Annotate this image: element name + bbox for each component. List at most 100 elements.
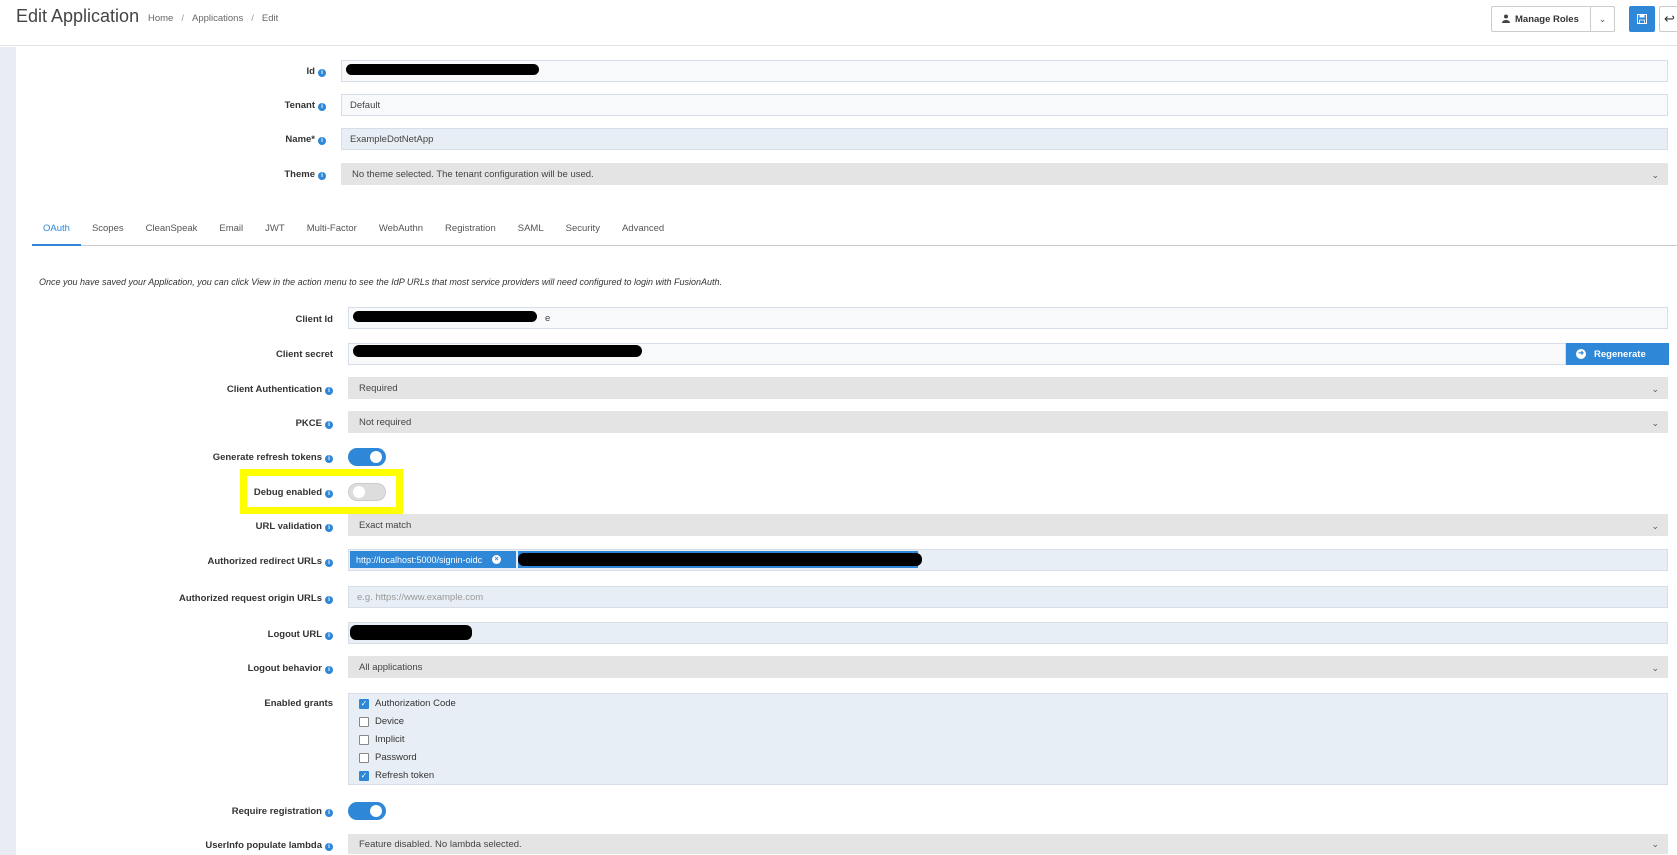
id-field[interactable] [341, 60, 1668, 82]
regenerate-button[interactable]: ➜ Regenerate [1566, 343, 1669, 365]
enabled-grants-list: ✓ Authorization Code Device Implicit Pass… [348, 693, 1668, 785]
grant-implicit[interactable]: Implicit [359, 734, 405, 745]
checkbox[interactable] [359, 752, 369, 763]
redacted-id [346, 64, 539, 75]
redacted-logout-url [350, 625, 472, 640]
user-icon [1502, 14, 1510, 25]
url-validation-select[interactable]: Exact match ⌄ [348, 514, 1668, 536]
redirect-urls-label: Authorized redirect URLs i [160, 556, 333, 567]
theme-select[interactable]: No theme selected. The tenant configurat… [341, 163, 1668, 185]
logout-behavior-select[interactable]: All applications ⌄ [348, 656, 1668, 678]
left-sidebar-strip [0, 47, 16, 855]
checkbox-checked[interactable]: ✓ [359, 698, 369, 709]
save-button[interactable] [1629, 6, 1655, 32]
chevron-down-icon: ⌄ [1651, 521, 1659, 531]
manage-roles-dropdown-toggle[interactable]: ⌄ [1590, 6, 1615, 32]
chevron-down-icon: ⌄ [1651, 839, 1659, 849]
chevron-down-icon: ⌄ [1651, 384, 1659, 394]
origin-urls-label: Authorized request origin URLs i [160, 593, 333, 604]
userinfo-lambda-label: UserInfo populate lambda i [160, 840, 333, 851]
tab-advanced[interactable]: Advanced [611, 218, 675, 246]
tenant-label: Tenant i [260, 100, 326, 111]
grant-refresh-token[interactable]: ✓ Refresh token [359, 770, 434, 781]
tab-security[interactable]: Security [555, 218, 611, 246]
info-icon[interactable]: i [318, 172, 326, 180]
info-icon[interactable]: i [318, 137, 326, 145]
debug-enabled-toggle[interactable] [348, 483, 386, 501]
id-label: Id i [260, 66, 326, 77]
redacted-redirect-urls [518, 553, 922, 566]
logout-behavior-label: Logout behavior i [160, 663, 333, 674]
userinfo-lambda-select[interactable]: Feature disabled. No lambda selected. ⌄ [348, 834, 1668, 854]
redacted-client-secret [353, 345, 642, 357]
breadcrumb-separator: / [251, 13, 254, 24]
pkce-label: PKCE i [160, 418, 333, 429]
grant-authorization-code[interactable]: ✓ Authorization Code [359, 698, 456, 709]
refresh-tokens-label: Generate refresh tokens i [160, 452, 333, 463]
client-id-label: Client Id [295, 314, 333, 325]
checkbox-checked[interactable]: ✓ [359, 770, 369, 781]
info-icon[interactable]: i [325, 421, 333, 429]
pkce-select[interactable]: Not required ⌄ [348, 411, 1668, 433]
breadcrumb: Home / Applications / Edit [148, 13, 278, 24]
info-icon[interactable]: i [325, 843, 333, 851]
remove-chip-icon[interactable]: × [492, 555, 502, 564]
tab-scopes[interactable]: Scopes [81, 218, 135, 246]
breadcrumb-separator: / [181, 13, 184, 24]
manage-roles-label: Manage Roles [1515, 13, 1579, 25]
info-icon[interactable]: i [325, 455, 333, 463]
save-icon [1637, 14, 1647, 24]
tab-multi-factor[interactable]: Multi-Factor [296, 218, 368, 246]
info-icon[interactable]: i [325, 809, 333, 817]
toggle-knob [370, 805, 382, 817]
tab-oauth[interactable]: OAuth [32, 218, 81, 246]
enabled-grants-label: Enabled grants [264, 698, 333, 709]
breadcrumb-edit: Edit [261, 13, 279, 24]
grant-device[interactable]: Device [359, 716, 404, 727]
chevron-down-icon: ⌄ [1598, 13, 1607, 24]
url-validation-label: URL validation i [160, 521, 333, 532]
info-icon[interactable]: i [318, 69, 326, 77]
grant-password[interactable]: Password [359, 752, 417, 763]
info-icon[interactable]: i [325, 387, 333, 395]
client-auth-select[interactable]: Required ⌄ [348, 377, 1668, 399]
client-secret-label: Client secret [275, 349, 333, 360]
toggle-knob [353, 486, 365, 498]
info-icon[interactable]: i [318, 103, 326, 111]
info-icon[interactable]: i [325, 490, 333, 498]
breadcrumb-home[interactable]: Home [148, 13, 173, 24]
client-auth-label: Client Authentication i [160, 384, 333, 395]
tab-cleanspeak[interactable]: CleanSpeak [135, 218, 209, 246]
undo-arrow-icon: ↩ [1664, 11, 1675, 26]
name-label: Name* i [260, 134, 326, 145]
back-button[interactable]: ↩ [1659, 6, 1677, 32]
refresh-icon: ➜ [1576, 349, 1586, 359]
info-icon[interactable]: i [325, 666, 333, 674]
origin-urls-input[interactable]: e.g. https://www.example.com [348, 586, 1668, 608]
debug-enabled-label: Debug enabled i [160, 487, 333, 498]
checkbox[interactable] [359, 734, 369, 745]
logout-url-label: Logout URL i [160, 629, 333, 640]
info-icon[interactable]: i [325, 524, 333, 532]
tab-jwt[interactable]: JWT [254, 218, 296, 246]
chevron-down-icon: ⌄ [1651, 170, 1659, 180]
theme-label: Theme i [260, 169, 326, 180]
tenant-field: Default [341, 94, 1668, 116]
chevron-down-icon: ⌄ [1651, 418, 1659, 428]
require-registration-toggle[interactable] [348, 802, 386, 820]
info-icon[interactable]: i [325, 632, 333, 640]
logout-url-input[interactable] [348, 622, 1668, 644]
tab-registration[interactable]: Registration [434, 218, 507, 246]
redirect-url-chip: http://localhost:5000/signin-oidc × [350, 551, 516, 568]
breadcrumb-applications[interactable]: Applications [192, 13, 243, 24]
tab-webauthn[interactable]: WebAuthn [368, 218, 434, 246]
name-input[interactable]: ExampleDotNetApp [341, 128, 1668, 150]
info-icon[interactable]: i [325, 596, 333, 604]
refresh-tokens-toggle[interactable] [348, 448, 386, 466]
tab-saml[interactable]: SAML [507, 218, 555, 246]
oauth-info-note: Once you have saved your Application, yo… [39, 277, 723, 287]
info-icon[interactable]: i [325, 559, 333, 567]
tab-email[interactable]: Email [208, 218, 254, 246]
client-id-field: e [348, 307, 1668, 329]
checkbox[interactable] [359, 716, 369, 727]
